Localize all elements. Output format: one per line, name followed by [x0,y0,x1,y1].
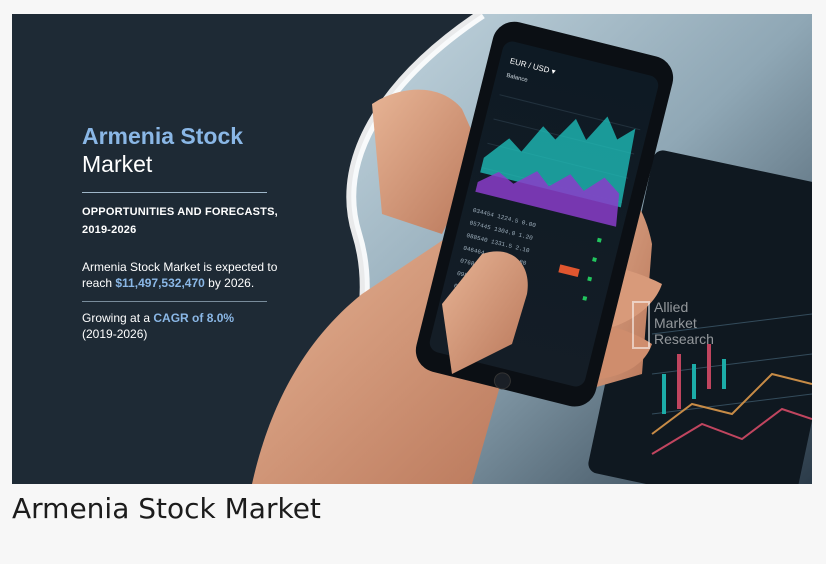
allied-market-research-watermark: Allied Market Research [632,299,714,349]
watermark-line2: Market [654,315,697,331]
report-card[interactable]: EUR / USD ▾ Balance 034454 1224.5 0.00 0… [0,0,826,564]
expected-value: $11,497,532,470 [115,276,205,290]
growth-period: (2019-2026) [82,327,148,341]
growth-prefix: Growing at a [82,311,151,325]
divider [82,192,267,193]
banner-subtitle-line2: 2019-2026 [82,224,137,236]
banner-growth-text: Growing at a CAGR of 8.0% (2019-2026) [82,310,282,342]
banner-expected-text: Armenia Stock Market is expected to reac… [82,259,282,291]
banner-title-line2: Market [82,151,153,177]
banner-title-line1: Armenia Stock [82,123,244,149]
report-caption-link[interactable]: Armenia Stock Market [12,492,321,525]
divider [82,301,267,302]
watermark-logo-icon [632,301,650,349]
watermark-line3: Research [654,331,714,347]
expected-suffix: by 2026. [208,276,255,290]
banner-subtitle-line1: OPPORTUNITIES AND FORECASTS, [82,206,278,218]
report-banner-image[interactable]: EUR / USD ▾ Balance 034454 1224.5 0.00 0… [12,14,812,484]
banner-text-block: Armenia Stock Market OPPORTUNITIES AND F… [82,122,282,342]
growth-cagr: CAGR of 8.0% [153,311,235,325]
watermark-line1: Allied [654,299,689,315]
